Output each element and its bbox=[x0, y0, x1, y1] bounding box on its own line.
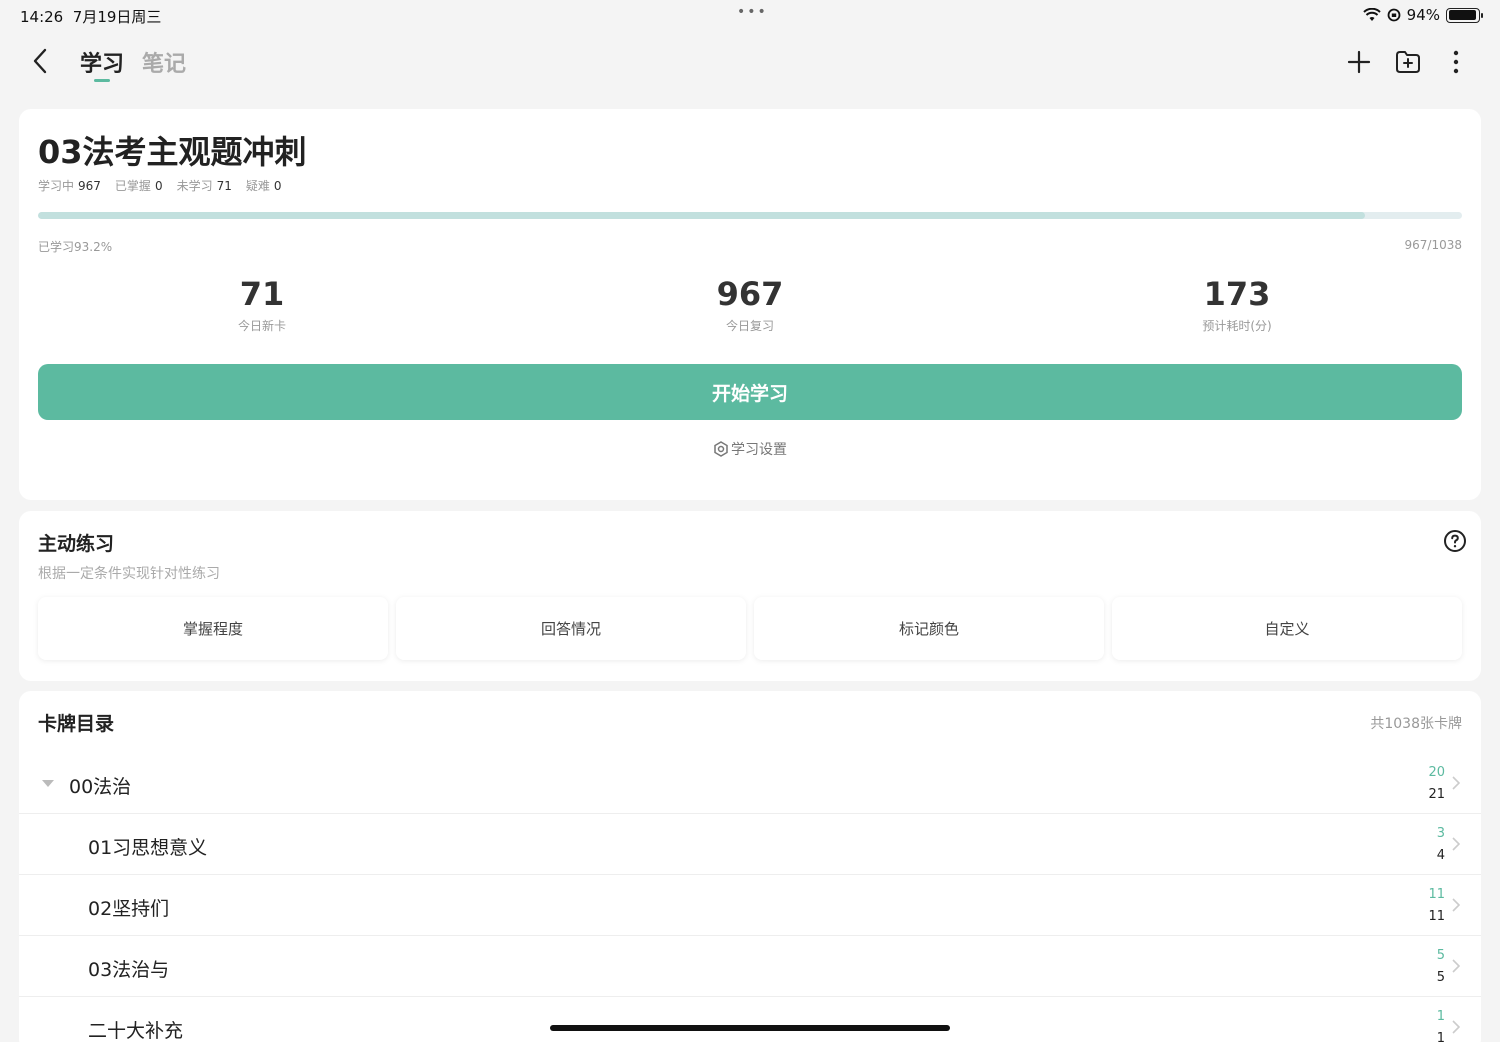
battery-icon bbox=[1446, 7, 1483, 23]
chevron-right-icon bbox=[1452, 1020, 1461, 1034]
study-progress-bar bbox=[38, 212, 1462, 219]
chevron-right-icon bbox=[1452, 898, 1461, 912]
add-icon[interactable] bbox=[1345, 48, 1373, 76]
catalog-total: 共1038张卡牌 bbox=[1370, 716, 1462, 732]
stat-learning: 学习中 967 bbox=[38, 179, 101, 193]
row-name: 03法治与 bbox=[88, 959, 170, 981]
deck-overview-card: 03法考主观题冲刺 学习中 967 已掌握 0 未学习 71 疑难 0 已学习93.2%… bbox=[19, 109, 1481, 500]
chevron-right-icon bbox=[1452, 776, 1461, 790]
collapse-triangle-icon[interactable] bbox=[42, 780, 54, 787]
row-counts: 11 11 bbox=[1428, 887, 1445, 924]
row-counts: 20 21 bbox=[1428, 765, 1445, 802]
catalog-row[interactable]: 02坚持们 11 11 bbox=[19, 875, 1481, 936]
row-name: 00法治 bbox=[69, 776, 132, 798]
back-arrow-icon[interactable] bbox=[26, 46, 56, 76]
settings-icon bbox=[714, 441, 728, 457]
more-vertical-icon[interactable] bbox=[1442, 48, 1470, 76]
row-counts: 34 bbox=[1436, 826, 1445, 863]
battery-percent: 94% bbox=[1406, 6, 1440, 24]
metric-review: 967 今日复习 bbox=[716, 275, 784, 333]
row-name: 02坚持们 bbox=[88, 898, 170, 920]
tab-study[interactable]: 学习 bbox=[80, 46, 124, 78]
status-time: 14:26 7月19日周三 bbox=[20, 8, 162, 26]
catalog-list: 00法治 20 21 01习思想意义 34 02坚持们 11 11 03法治与 55… bbox=[19, 753, 1481, 1042]
filter-color-button[interactable]: 标记颜色 bbox=[754, 597, 1104, 660]
filter-answers-button[interactable]: 回答情况 bbox=[396, 597, 746, 660]
wifi-icon bbox=[1362, 8, 1381, 21]
active-practice-card: 主动练习 根据一定条件实现针对性练习 掌握程度 回答情况 标记颜色 自定义 bbox=[19, 511, 1481, 681]
filter-mastery-button[interactable]: 掌握程度 bbox=[38, 597, 388, 660]
deck-title: 03法考主观题冲刺 bbox=[38, 133, 307, 171]
deck-stats: 学习中 967 已掌握 0 未学习 71 疑难 0 bbox=[38, 177, 282, 194]
stat-mastered: 已掌握 0 bbox=[114, 179, 163, 193]
card-catalog: 卡牌目录 共1038张卡牌 00法治 20 21 01习思想意义 34 02坚持们… bbox=[19, 691, 1481, 1042]
tab-notes[interactable]: 笔记 bbox=[142, 46, 186, 78]
progress-count-label: 967/1038 bbox=[1404, 238, 1463, 252]
catalog-title: 卡牌目录 bbox=[38, 713, 115, 735]
multitasking-dots[interactable]: ••• bbox=[737, 4, 768, 20]
orientation-lock-icon bbox=[1387, 8, 1401, 22]
catalog-row[interactable]: 00法治 20 21 bbox=[19, 753, 1481, 814]
study-settings-link[interactable]: 学习设置 bbox=[19, 439, 1481, 459]
start-study-button[interactable]: 开始学习 bbox=[38, 364, 1462, 420]
progress-percent-label: 已学习93.2% bbox=[38, 240, 113, 254]
row-counts: 11 bbox=[1436, 1009, 1445, 1042]
catalog-row[interactable]: 二十大补充 11 bbox=[19, 997, 1481, 1042]
practice-subtitle: 根据一定条件实现针对性练习 bbox=[38, 566, 220, 582]
practice-title: 主动练习 bbox=[38, 533, 115, 555]
chevron-right-icon bbox=[1452, 837, 1461, 851]
row-name: 01习思想意义 bbox=[88, 837, 208, 859]
status-right: 94% bbox=[1362, 6, 1483, 24]
chevron-right-icon bbox=[1452, 959, 1461, 973]
home-indicator[interactable] bbox=[550, 1025, 950, 1031]
catalog-row[interactable]: 03法治与 55 bbox=[19, 936, 1481, 997]
help-icon[interactable] bbox=[1443, 529, 1467, 553]
metric-estimated-time: 173 预计耗时(分) bbox=[1202, 275, 1272, 333]
practice-filters: 掌握程度 回答情况 标记颜色 自定义 bbox=[38, 597, 1462, 660]
filter-custom-button[interactable]: 自定义 bbox=[1112, 597, 1462, 660]
status-bar: 14:26 7月19日周三 ••• 94% bbox=[0, 0, 1500, 30]
metric-new-cards: 71 今日新卡 bbox=[237, 275, 286, 333]
row-name: 二十大补充 bbox=[88, 1020, 184, 1042]
add-folder-icon[interactable] bbox=[1394, 48, 1422, 76]
row-counts: 55 bbox=[1436, 948, 1445, 985]
stat-difficult: 疑难 0 bbox=[245, 179, 282, 193]
stat-unlearned: 未学习 71 bbox=[176, 179, 232, 193]
catalog-row[interactable]: 01习思想意义 34 bbox=[19, 814, 1481, 875]
nav-bar: 学习 笔记 bbox=[0, 38, 1500, 88]
active-tab-indicator bbox=[94, 79, 110, 82]
